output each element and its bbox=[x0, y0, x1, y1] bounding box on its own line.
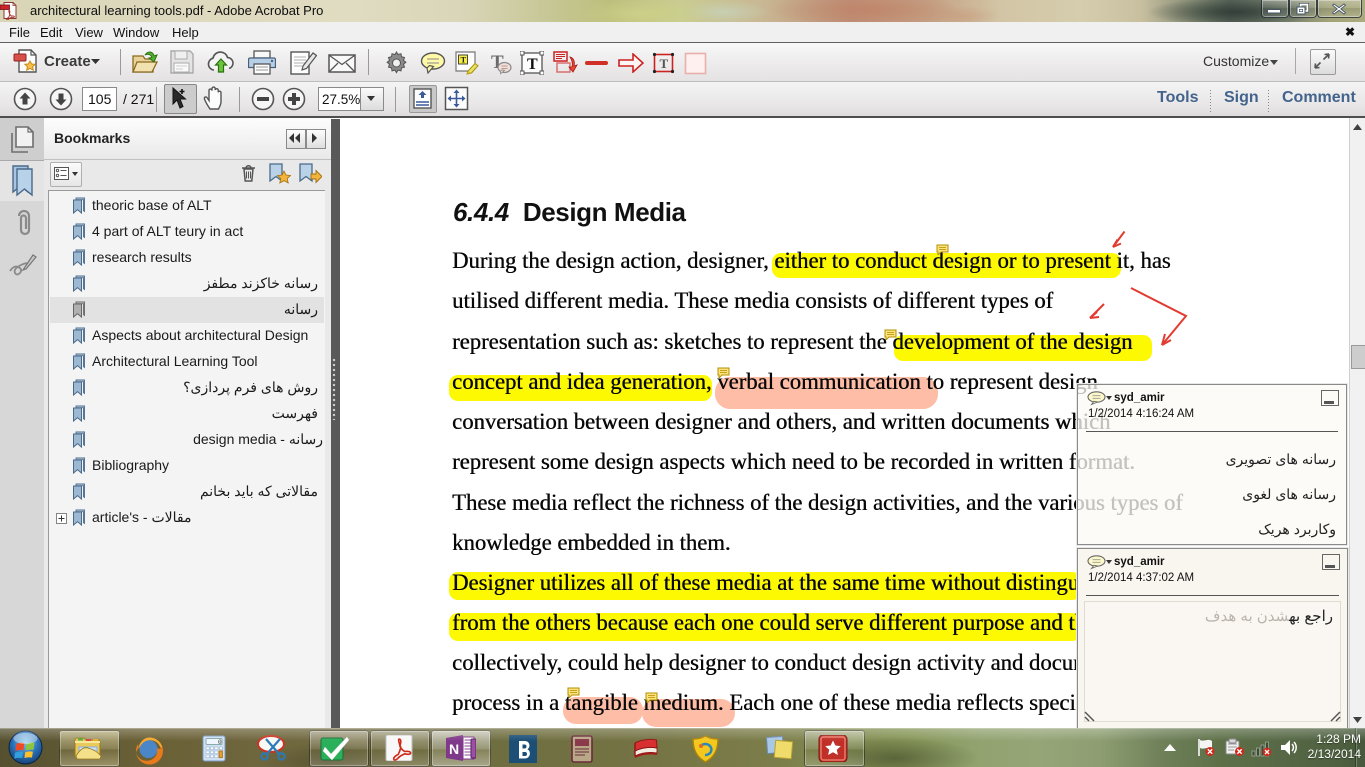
svg-text:T: T bbox=[527, 56, 538, 73]
svg-text:0: 0 bbox=[218, 739, 222, 746]
svg-text:N: N bbox=[449, 741, 459, 757]
svg-text:T: T bbox=[461, 55, 467, 65]
svg-text:T: T bbox=[660, 56, 669, 71]
